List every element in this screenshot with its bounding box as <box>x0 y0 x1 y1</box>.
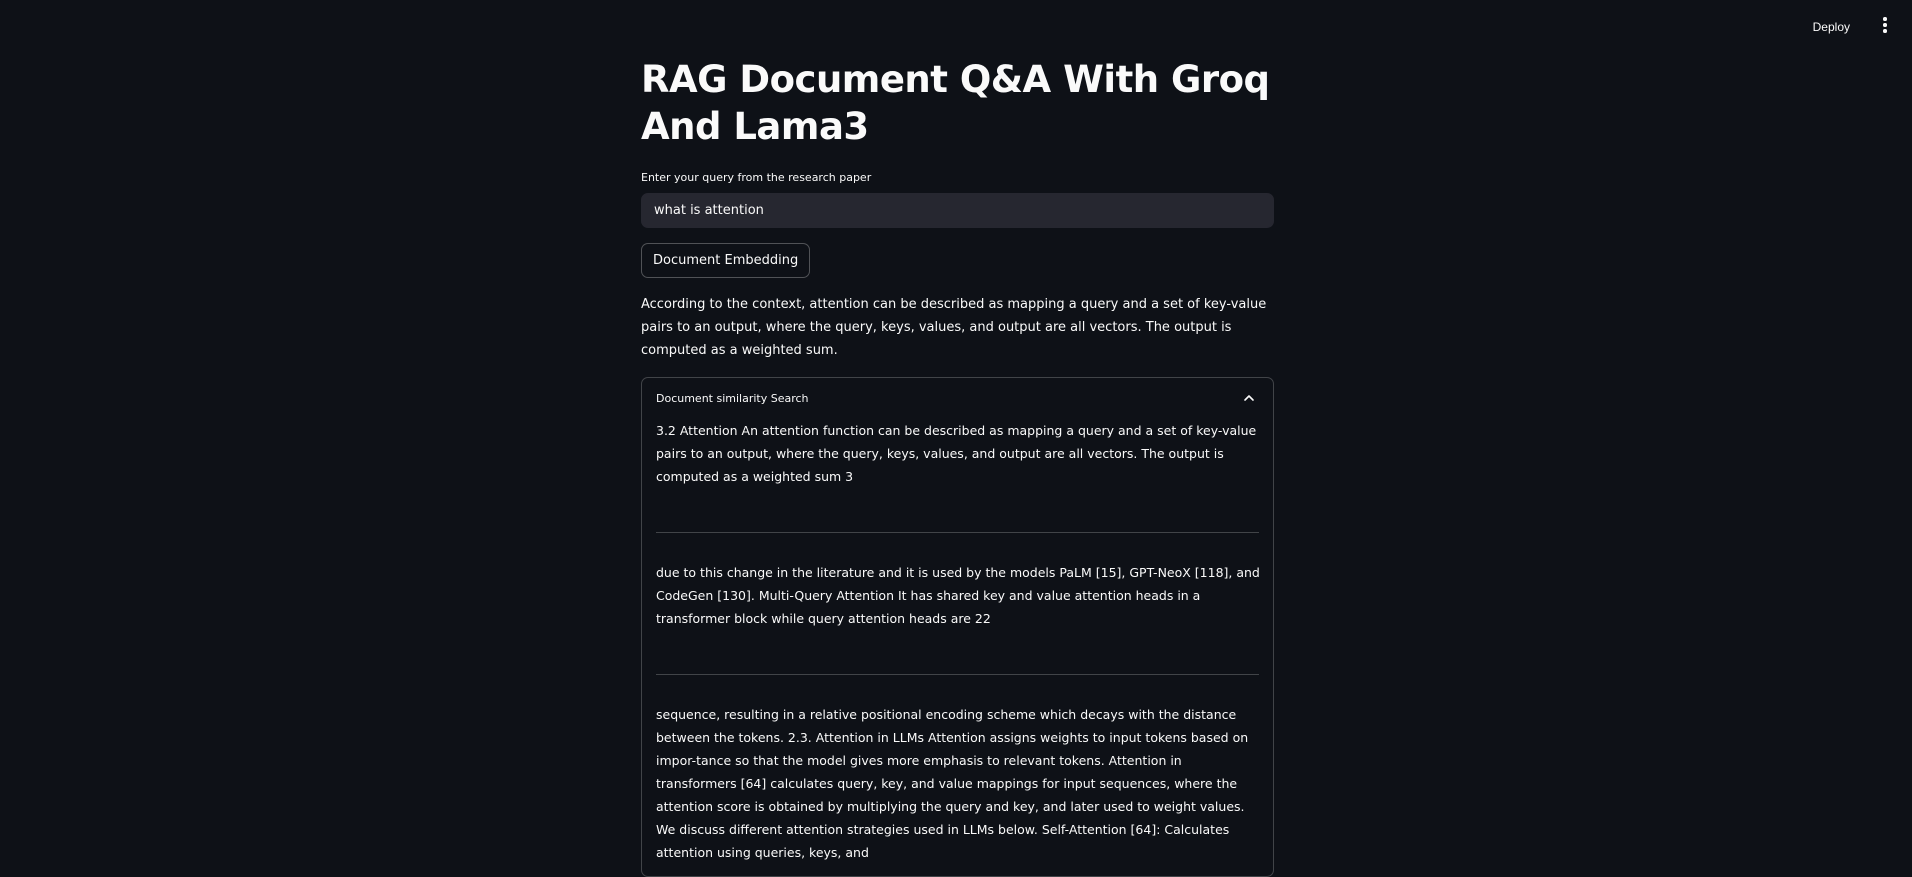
document-embedding-button[interactable]: Document Embedding <box>641 243 811 278</box>
expander-header[interactable]: Document similarity Search <box>642 378 1273 420</box>
answer-text: According to the context, attention can … <box>641 297 1267 358</box>
similarity-chunk: 3.2 Attention An attention function can … <box>656 423 1257 484</box>
divider <box>656 532 1259 533</box>
query-label: Enter your query from the research paper <box>641 171 872 184</box>
divider <box>656 674 1259 675</box>
similarity-chunk: sequence, resulting in a relative positi… <box>656 707 1249 860</box>
document-similarity-expander: Document similarity Search 3.2 Attention… <box>641 377 1274 877</box>
expander-title: Document similarity Search <box>656 392 809 405</box>
similarity-chunk: due to this change in the literature and… <box>656 565 1260 626</box>
chevron-up-icon[interactable] <box>1243 392 1255 404</box>
kebab-vertical-icon[interactable] <box>1878 14 1892 36</box>
top-bar: Deploy <box>0 0 1912 52</box>
query-input[interactable] <box>641 193 1274 228</box>
page-title: RAG Document Q&A With Groq And Lama3 <box>641 58 1270 148</box>
deploy-button[interactable]: Deploy <box>1807 16 1856 38</box>
